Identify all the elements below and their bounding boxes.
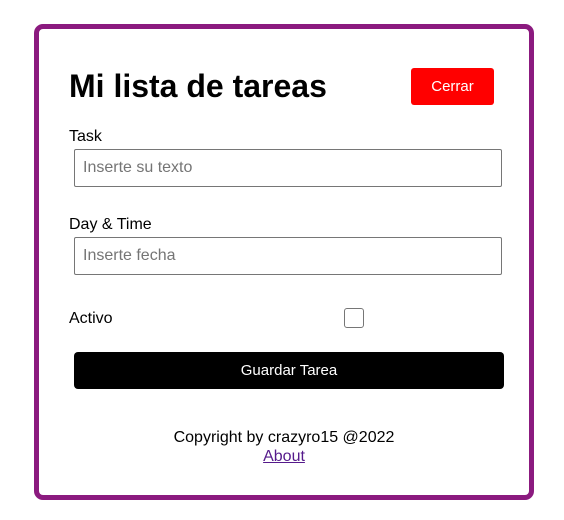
- task-input[interactable]: [74, 149, 502, 187]
- form-header: Mi lista de tareas Cerrar: [69, 65, 499, 107]
- close-button[interactable]: Cerrar: [411, 68, 494, 105]
- task-label: Task: [69, 128, 102, 145]
- daytime-input[interactable]: [74, 237, 502, 275]
- daytime-label: Day & Time: [69, 216, 152, 233]
- copyright-text: Copyright by crazyro15 @2022: [173, 429, 395, 446]
- active-label: Activo: [69, 310, 113, 327]
- active-checkbox[interactable]: [344, 308, 364, 328]
- save-task-button[interactable]: Guardar Tarea: [74, 352, 504, 389]
- about-link[interactable]: About: [263, 448, 305, 465]
- footer: Copyright by crazyro15 @2022 About: [39, 428, 529, 466]
- task-form-card: Mi lista de tareas Cerrar Task Day & Tim…: [34, 24, 534, 500]
- page-title: Mi lista de tareas: [69, 68, 327, 104]
